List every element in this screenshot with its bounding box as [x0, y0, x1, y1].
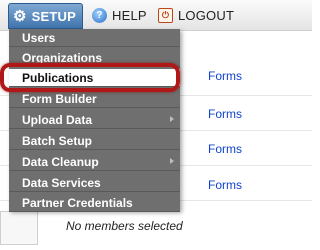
help-label: HELP — [112, 7, 147, 23]
menu-item-users[interactable]: Users — [9, 29, 180, 47]
footer-control[interactable] — [0, 211, 38, 245]
forms-link[interactable]: Forms — [208, 69, 242, 83]
forms-link[interactable]: Forms — [208, 178, 242, 192]
top-navigation-bar: ⚙ SETUP ? HELP ⏻ LOGOUT — [0, 0, 312, 31]
setup-menu-button[interactable]: ⚙ SETUP — [8, 3, 83, 29]
menu-item-batch-setup[interactable]: Batch Setup — [9, 132, 180, 150]
menu-item-partner-credentials[interactable]: Partner Credentials — [9, 194, 180, 212]
forms-link[interactable]: Forms — [208, 142, 242, 156]
help-button[interactable]: ? HELP — [92, 3, 147, 27]
menu-item-label: Data Services — [22, 175, 101, 190]
menu-item-label: Users — [22, 30, 56, 45]
logout-button[interactable]: ⏻ LOGOUT — [158, 3, 234, 27]
menu-item-upload-data[interactable]: Upload Data — [9, 111, 180, 129]
menu-item-label: Publications — [22, 70, 94, 85]
menu-item-publications[interactable]: Publications — [9, 69, 180, 87]
menu-item-data-services[interactable]: Data Services — [9, 174, 180, 192]
menu-item-label: Upload Data — [22, 112, 93, 127]
forms-link[interactable]: Forms — [208, 107, 242, 121]
logout-label: LOGOUT — [178, 7, 235, 23]
menu-item-label: Organizations — [22, 50, 103, 65]
menu-item-organizations[interactable]: Organizations — [9, 49, 180, 67]
submenu-arrow-icon — [170, 116, 174, 122]
submenu-arrow-icon — [170, 158, 174, 164]
menu-item-label: Data Cleanup — [22, 154, 99, 169]
menu-item-label: Form Builder — [22, 91, 97, 106]
gear-icon: ⚙ — [13, 8, 27, 25]
help-icon: ? — [92, 7, 107, 23]
setup-label: SETUP — [31, 8, 76, 24]
menu-item-label: Partner Credentials — [22, 195, 133, 210]
setup-dropdown-menu: Users Organizations Publications Form Bu… — [9, 29, 180, 212]
power-icon: ⏻ — [158, 7, 173, 23]
selection-status: No members selected — [66, 219, 183, 233]
menu-item-data-cleanup[interactable]: Data Cleanup — [9, 153, 180, 171]
menu-item-label: Batch Setup — [22, 133, 93, 148]
menu-item-form-builder[interactable]: Form Builder — [9, 90, 180, 108]
